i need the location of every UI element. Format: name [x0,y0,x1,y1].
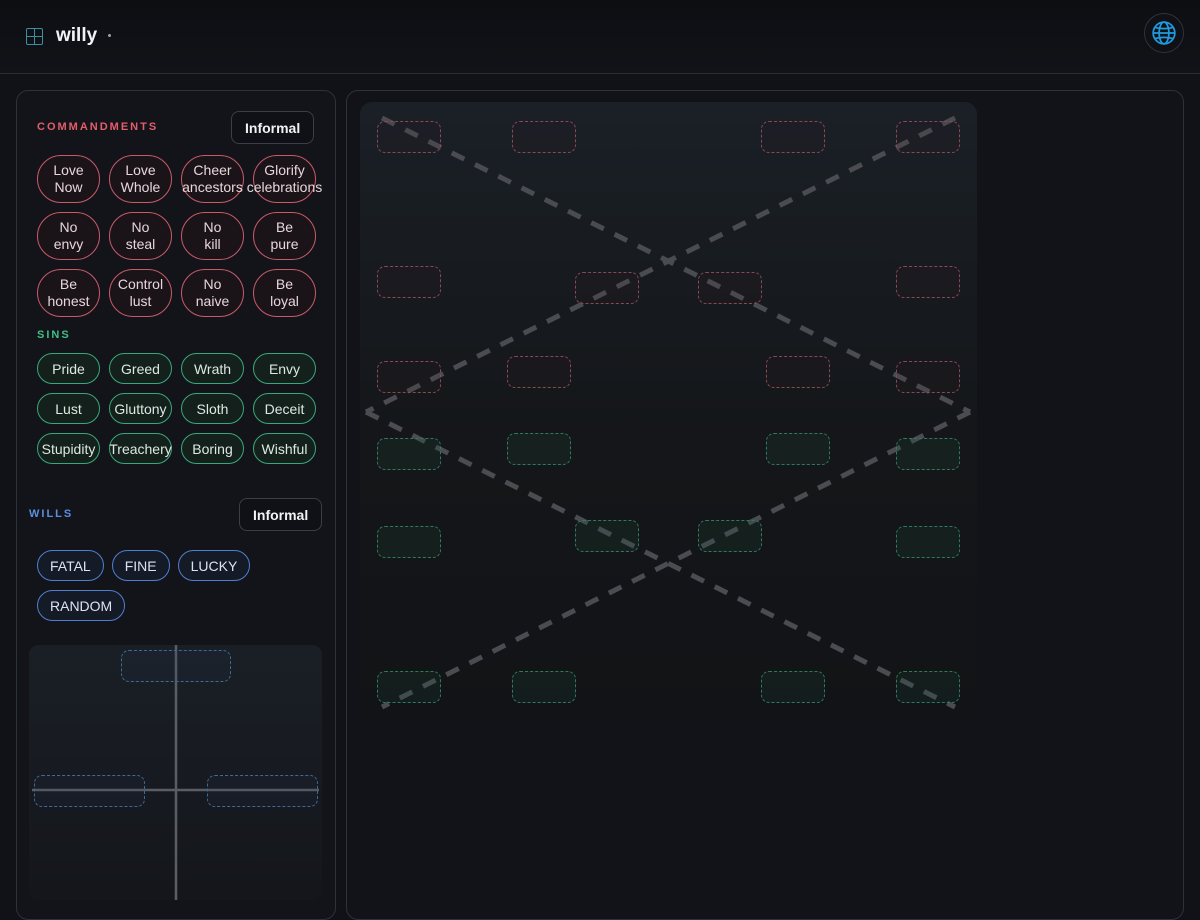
sin-chip[interactable]: Treachery [109,433,172,464]
commandment-chip[interactable]: Love Now [37,155,100,203]
commandments-informal-button[interactable]: Informal [231,111,315,144]
will-chip[interactable]: LUCKY [177,550,251,581]
main-board [360,102,977,722]
will-chip[interactable]: FINE [111,550,170,581]
will-chip[interactable]: RANDOM [37,590,126,621]
sin-slot[interactable] [761,671,825,703]
wills-label: WILLS [29,508,74,520]
commandment-slot[interactable] [377,361,441,393]
app-header: willy [0,0,1200,74]
will-slot-left[interactable] [34,775,145,807]
sin-chip[interactable]: Wishful [253,433,316,464]
sin-slot[interactable] [377,671,441,703]
commandment-chip[interactable]: Be honest [37,269,100,317]
will-slot-right[interactable] [207,775,318,807]
wills-board [29,645,322,900]
language-button[interactable] [1144,13,1184,53]
wills-board-axes [32,645,319,900]
sin-chip[interactable]: Sloth [181,393,244,424]
globe-icon [1152,21,1176,45]
commandment-slot[interactable] [761,121,825,153]
sin-slot[interactable] [377,438,441,470]
sin-slot[interactable] [896,671,960,703]
commandment-slot[interactable] [766,356,830,388]
commandment-slot[interactable] [896,121,960,153]
commandment-slot[interactable] [377,266,441,298]
commandment-slot[interactable] [575,272,639,304]
app-title: willy [56,25,98,46]
sin-chip[interactable]: Gluttony [109,393,172,424]
commandment-slot[interactable] [698,272,762,304]
commandments-grid: Love Now Love Whole Cheer ancestors Glor… [37,155,322,326]
commandment-slot[interactable] [896,266,960,298]
commandment-slot[interactable] [507,356,571,388]
wills-informal-button[interactable]: Informal [239,498,323,531]
commandment-chip[interactable]: Control lust [109,269,172,317]
commandment-chip[interactable]: Glorify celebrations [247,155,322,203]
commandment-slot[interactable] [512,121,576,153]
commandment-chip[interactable]: No steal [109,212,172,260]
commandment-chip[interactable]: Be loyal [253,269,316,317]
sins-label: SINS [37,329,71,341]
sin-chip[interactable]: Lust [37,393,100,424]
sins-grid: Pride Greed Wrath Envy Lust Gluttony Slo… [37,353,316,473]
commandment-slot[interactable] [896,361,960,393]
wills-list: FATAL FINE LUCKY RANDOM [37,550,297,621]
sin-slot[interactable] [507,433,571,465]
will-chip[interactable]: FATAL [37,550,104,581]
commandment-chip[interactable]: Love Whole [109,155,172,203]
sin-chip[interactable]: Envy [253,353,316,384]
sin-chip[interactable]: Greed [109,353,172,384]
sin-slot[interactable] [377,526,441,558]
will-slot-top[interactable] [121,650,231,682]
commandment-chip[interactable]: No kill [181,212,244,260]
commandment-chip[interactable]: No envy [37,212,100,260]
commandments-label: COMMANDMENTS [37,121,159,133]
grid-icon [26,28,43,45]
commandment-chip[interactable]: No naive [181,269,244,317]
board-diagonals [364,115,972,710]
commandment-chip[interactable]: Be pure [253,212,316,260]
sin-chip[interactable]: Wrath [181,353,244,384]
sin-slot[interactable] [575,520,639,552]
sin-slot[interactable] [698,520,762,552]
sin-chip[interactable]: Pride [37,353,100,384]
sin-slot[interactable] [766,433,830,465]
status-dot [108,34,111,37]
sin-slot[interactable] [512,671,576,703]
sin-chip[interactable]: Deceit [253,393,316,424]
sin-chip[interactable]: Stupidity [37,433,100,464]
sin-chip[interactable]: Boring [181,433,244,464]
sin-slot[interactable] [896,438,960,470]
commandment-chip[interactable]: Cheer ancestors [181,155,244,203]
commandment-slot[interactable] [377,121,441,153]
sin-slot[interactable] [896,526,960,558]
